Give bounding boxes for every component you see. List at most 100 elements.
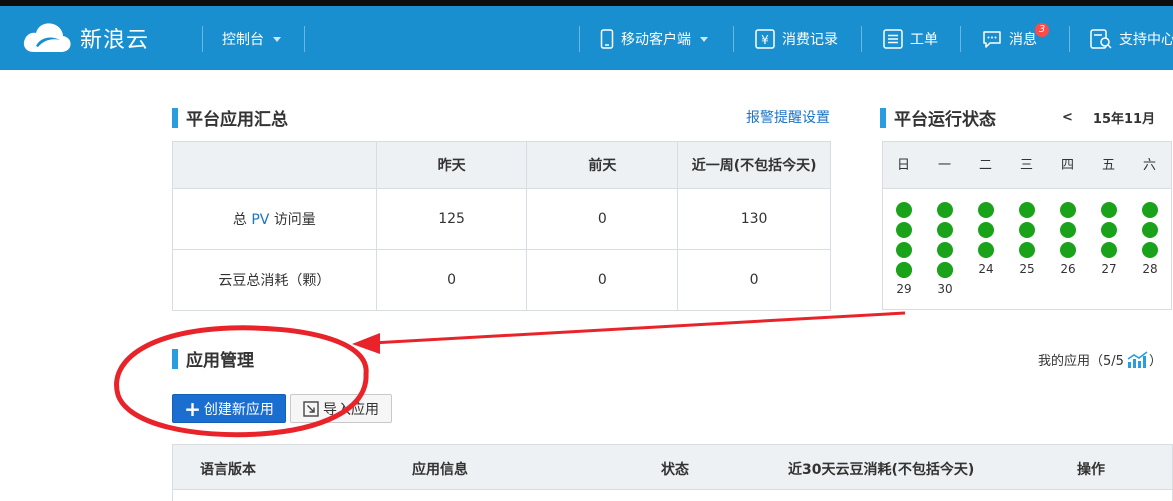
- status-ok-dot[interactable]: [1060, 202, 1076, 218]
- status-ok-dot[interactable]: [1101, 222, 1117, 238]
- import-icon: [303, 400, 319, 417]
- status-ok-dot[interactable]: [978, 202, 994, 218]
- status-ok-dot[interactable]: [937, 262, 953, 278]
- support-document-icon: [1090, 29, 1112, 49]
- plus-icon: +: [184, 396, 201, 421]
- import-app-label: 导入应用: [323, 401, 379, 418]
- create-app-label: 创建新应用: [203, 401, 274, 418]
- consumption-record-label: 消费记录: [782, 32, 838, 48]
- support-center-link[interactable]: 支持中心: [1090, 29, 1173, 49]
- logo[interactable]: 新浪云: [22, 20, 149, 56]
- header-cell: 前天: [526, 141, 679, 189]
- table-header-row: 昨天 前天 近一周(不包括今天): [172, 141, 831, 189]
- message-count-badge: 3: [1035, 23, 1049, 37]
- beans-row-label: 云豆总消耗（颗）: [172, 249, 377, 311]
- nav-divider: [304, 26, 305, 52]
- import-app-button[interactable]: 导入应用: [290, 394, 392, 423]
- month-navigator: < 15年11月 >: [1062, 108, 1173, 127]
- nav-divider: [1069, 26, 1070, 52]
- day-label: 25: [1019, 262, 1035, 276]
- chart-trend-icon: [1127, 350, 1148, 368]
- messages-link[interactable]: 消息 3: [982, 23, 1049, 49]
- pv-suffix: 访问量: [273, 212, 316, 228]
- status-ok-dot[interactable]: [896, 202, 912, 218]
- status-ok-dot[interactable]: [1101, 202, 1117, 218]
- status-ok-dot[interactable]: [1142, 222, 1158, 238]
- status-ok-dot[interactable]: [896, 222, 912, 238]
- create-app-button[interactable]: + 创建新应用: [172, 394, 286, 423]
- status-ok-dot[interactable]: [1019, 242, 1035, 258]
- status-ok-dot[interactable]: [937, 222, 953, 238]
- status-ok-dot[interactable]: [896, 262, 912, 278]
- messages-label-wrap: 消息 3: [1009, 23, 1049, 49]
- status-ok-dot[interactable]: [1142, 242, 1158, 258]
- console-menu[interactable]: 控制台: [222, 29, 281, 49]
- table-cell: 0: [375, 249, 528, 311]
- status-ok-dot[interactable]: [978, 222, 994, 238]
- apps-title-text: 应用管理: [186, 351, 254, 371]
- title-accent-bar: [172, 348, 178, 369]
- column-header: 应用信息: [412, 462, 468, 478]
- status-ok-dot[interactable]: [1101, 242, 1117, 258]
- pv-prefix: 总: [232, 212, 247, 228]
- my-apps-count: 我的应用（5/5 ）: [1038, 350, 1162, 369]
- table-row: 总 PV 访问量 125 0 130: [172, 188, 831, 250]
- table-cell: 0: [526, 249, 679, 311]
- nav-divider: [202, 26, 203, 52]
- apps-section-title: 应用管理: [172, 346, 254, 371]
- status-ok-dot[interactable]: [896, 242, 912, 258]
- status-calendar: 日 一 二 三 四 五 六 29 30 24 25 26 27 28: [882, 141, 1172, 310]
- table-cell: 0: [526, 188, 679, 250]
- status-ok-dot[interactable]: [1060, 242, 1076, 258]
- weekday-wed: 三: [1019, 158, 1033, 173]
- status-ok-dot[interactable]: [1142, 202, 1158, 218]
- weekday-mon: 一: [937, 158, 951, 173]
- messages-label: 消息: [1009, 32, 1037, 48]
- column-header: 语言版本: [200, 462, 256, 478]
- logo-text: 新浪云: [80, 28, 150, 53]
- status-ok-dot[interactable]: [978, 242, 994, 258]
- day-label: 24: [978, 262, 994, 276]
- mobile-client-menu[interactable]: 移动客户端: [600, 29, 708, 49]
- current-month: 15年11月: [1092, 112, 1156, 127]
- pv-text: PV: [251, 212, 270, 228]
- nav-divider: [960, 26, 961, 52]
- day-label: 26: [1060, 262, 1076, 276]
- table-cell: 0: [677, 249, 831, 311]
- svg-text:¥: ¥: [761, 33, 769, 47]
- phone-icon: [600, 29, 614, 49]
- status-ok-dot[interactable]: [1019, 222, 1035, 238]
- day-label: 29: [896, 282, 912, 296]
- status-ok-dot[interactable]: [937, 242, 953, 258]
- alert-settings-link[interactable]: 报警提醒设置: [746, 107, 830, 127]
- chevron-down-icon: [700, 36, 708, 42]
- weekday-sat: 六: [1142, 158, 1156, 173]
- chevron-down-icon: [273, 36, 281, 42]
- status-section-title: 平台运行状态: [880, 105, 996, 130]
- chat-bubble-icon: [983, 31, 1001, 48]
- column-header: 近30天云豆消耗(不包括今天): [788, 462, 975, 478]
- status-ok-dot[interactable]: [937, 202, 953, 218]
- status-ok-dot[interactable]: [1019, 202, 1035, 218]
- apps-table-header: 语言版本 应用信息 状态 近30天云豆消耗(不包括今天) 操作: [172, 444, 1173, 490]
- cloud-logo-icon: [23, 23, 71, 52]
- list-icon: [883, 29, 903, 49]
- header-cell: 近一周(不包括今天): [677, 141, 831, 189]
- summary-table: 昨天 前天 近一周(不包括今天) 总 PV 访问量 125 0 130 云豆总消…: [172, 141, 831, 311]
- prev-month-button[interactable]: <: [1062, 110, 1073, 125]
- weekday-fri: 五: [1101, 158, 1115, 173]
- console-label: 控制台: [222, 32, 264, 48]
- status-title-text: 平台运行状态: [894, 110, 996, 130]
- consumption-record-link[interactable]: ¥ 消费记录: [755, 29, 838, 49]
- column-header: 状态: [661, 462, 689, 478]
- day-label: 27: [1101, 262, 1117, 276]
- summary-title-text: 平台应用汇总: [186, 110, 288, 130]
- title-accent-bar: [880, 107, 886, 128]
- column-header: 操作: [1077, 462, 1105, 478]
- header-cell: 昨天: [375, 141, 528, 189]
- mobile-client-label: 移动客户端: [621, 32, 691, 48]
- calendar-weekday-row: 日 一 二 三 四 五 六: [883, 142, 1171, 189]
- status-ok-dot[interactable]: [1060, 222, 1076, 238]
- my-apps-label: 我的应用（5/5: [1038, 354, 1124, 369]
- ticket-link[interactable]: 工单: [883, 29, 938, 49]
